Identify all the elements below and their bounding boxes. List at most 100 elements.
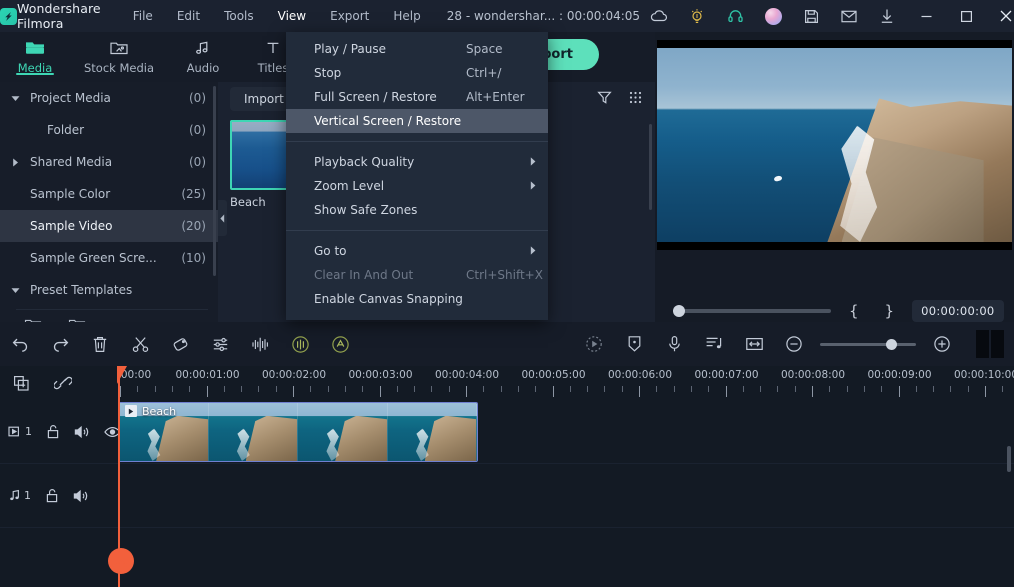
voiceover-button[interactable] xyxy=(654,322,694,366)
track-controls-audio: 1 xyxy=(0,464,118,527)
timeline-scrollbar[interactable] xyxy=(1007,446,1011,472)
zoom-in-button[interactable] xyxy=(922,322,962,366)
menu-export[interactable]: Export xyxy=(318,0,381,32)
audio-waveform-button[interactable] xyxy=(240,322,280,366)
tab-media[interactable]: Media xyxy=(0,32,70,75)
timeline-ruler[interactable]: 00:00 00:00:01:00 00:00:02:00 00:00:03:00 00… xyxy=(118,366,1014,400)
sidebar-item-sample-color[interactable]: Sample Color (25) xyxy=(0,178,218,210)
mark-out-button[interactable]: } xyxy=(885,302,895,320)
mark-in-button[interactable]: { xyxy=(849,302,859,320)
mail-icon[interactable] xyxy=(830,0,868,32)
avatar-icon[interactable] xyxy=(754,0,792,32)
playhead-handle[interactable] xyxy=(117,366,127,384)
speaker-icon[interactable] xyxy=(74,425,90,439)
sidebar-item-project-media[interactable]: Project Media (0) xyxy=(0,82,218,114)
chevron-down-icon[interactable] xyxy=(0,95,30,102)
ruler-label: 00:00:03:00 xyxy=(348,369,413,381)
zoom-out-button[interactable] xyxy=(774,322,814,366)
timeline: 00:00 00:00:01:00 00:00:02:00 00:00:03:00 00… xyxy=(0,366,1014,587)
close-button[interactable] xyxy=(986,0,1014,32)
split-button[interactable] xyxy=(120,322,160,366)
fit-timeline-button[interactable] xyxy=(734,322,774,366)
link-unlink-button[interactable] xyxy=(42,366,84,400)
menu-item-label: Zoom Level xyxy=(314,179,385,193)
maximize-button[interactable] xyxy=(946,0,986,32)
undo-button[interactable] xyxy=(0,322,40,366)
zoom-slider[interactable] xyxy=(820,338,916,350)
menu-item-label: Go to xyxy=(314,244,347,258)
green-screen-button[interactable] xyxy=(280,322,320,366)
chevron-right-icon[interactable] xyxy=(0,158,30,167)
sidebar-item-preset-templates[interactable]: Preset Templates xyxy=(0,274,218,306)
zoom-slider-knob[interactable] xyxy=(886,338,897,350)
record-playback-button[interactable] xyxy=(574,322,614,366)
crop-button[interactable] xyxy=(160,322,200,366)
menu-item-zoom-level[interactable]: Zoom Level xyxy=(286,174,548,198)
collapse-left-icon[interactable] xyxy=(218,200,227,236)
menu-separator xyxy=(286,230,548,231)
play-small-icon xyxy=(125,405,137,417)
redo-button[interactable] xyxy=(40,322,80,366)
menu-item-go-to[interactable]: Go to xyxy=(286,239,548,263)
tab-audio[interactable]: Audio xyxy=(168,32,238,75)
timeline-track-audio: 1 xyxy=(0,464,1014,528)
media-sidebar[interactable]: Project Media (0) Folder (0) Shared Medi… xyxy=(0,82,218,322)
save-icon[interactable] xyxy=(792,0,830,32)
menu-tools[interactable]: Tools xyxy=(212,0,266,32)
preview-seek-slider[interactable] xyxy=(673,305,831,317)
preview-stage[interactable] xyxy=(657,40,1012,250)
sidebar-item-sample-green-screen[interactable]: Sample Green Scre... (10) xyxy=(0,242,218,274)
menu-file[interactable]: File xyxy=(121,0,165,32)
menu-help[interactable]: Help xyxy=(381,0,432,32)
menu-item-enable-canvas-snapping[interactable]: Enable Canvas Snapping xyxy=(286,287,548,311)
unlock-icon[interactable] xyxy=(45,488,59,503)
menu-item-show-safe-zones[interactable]: Show Safe Zones xyxy=(286,198,548,222)
ruler-minor-tick xyxy=(448,386,450,392)
audio-mixer-button[interactable] xyxy=(694,322,734,366)
tab-titles-label: Titles xyxy=(257,61,289,75)
sidebar-divider xyxy=(16,309,208,310)
timeline-clip-beach[interactable]: Beach xyxy=(118,402,478,462)
add-track-button[interactable] xyxy=(0,366,42,400)
menu-item-stop[interactable]: Stop Ctrl+/ xyxy=(286,61,548,85)
auto-reframe-button[interactable] xyxy=(320,322,360,366)
speaker-icon[interactable] xyxy=(73,489,89,503)
ruler-minor-tick xyxy=(742,386,744,392)
cloud-icon[interactable] xyxy=(640,0,678,32)
menu-item-vertical-screen-restore[interactable]: Vertical Screen / Restore xyxy=(286,109,548,133)
playhead-scissor-badge[interactable] xyxy=(108,548,134,574)
menu-view[interactable]: View xyxy=(266,0,318,32)
menu-item-full-screen-restore[interactable]: Full Screen / Restore Alt+Enter xyxy=(286,85,548,109)
menu-item-label: Play / Pause xyxy=(314,42,386,56)
sidebar-item-shared-media[interactable]: Shared Media (0) xyxy=(0,146,218,178)
audio-track-number: 1 xyxy=(24,489,31,502)
media-scrollbar[interactable] xyxy=(649,124,652,210)
sidebar-item-count: (20) xyxy=(181,219,206,233)
download-icon[interactable] xyxy=(868,0,906,32)
preview-timecode[interactable]: 00:00:00:00 xyxy=(912,300,1004,322)
lightbulb-icon[interactable] xyxy=(678,0,716,32)
view-menu-dropdown[interactable]: Play / Pause Space Stop Ctrl+/ Full Screen /… xyxy=(286,32,548,320)
menu-edit[interactable]: Edit xyxy=(165,0,212,32)
menu-item-play-pause[interactable]: Play / Pause Space xyxy=(286,37,548,61)
sidebar-scrollbar[interactable] xyxy=(213,86,216,276)
color-settings-button[interactable] xyxy=(200,322,240,366)
preview-seek-knob[interactable] xyxy=(673,305,685,317)
sidebar-item-sample-video[interactable]: Sample Video (20) xyxy=(0,210,218,242)
minimize-button[interactable] xyxy=(906,0,946,32)
menu-item-playback-quality[interactable]: Playback Quality xyxy=(286,150,548,174)
filter-icon[interactable] xyxy=(597,90,612,109)
ruler-minor-tick xyxy=(569,386,571,392)
chevron-down-icon[interactable] xyxy=(0,287,30,294)
ruler-minor-tick xyxy=(915,386,917,392)
ruler-label: 00:00:04:00 xyxy=(434,369,500,381)
grid-view-icon[interactable] xyxy=(628,90,643,109)
filmora-window: Wondershare Filmora File Edit Tools View… xyxy=(0,0,1014,587)
tab-audio-label: Audio xyxy=(186,61,220,75)
sidebar-item-folder[interactable]: Folder (0) xyxy=(0,114,218,146)
tab-stock-media[interactable]: Stock Media xyxy=(70,32,168,75)
headset-support-icon[interactable] xyxy=(716,0,754,32)
marker-button[interactable] xyxy=(614,322,654,366)
unlock-icon[interactable] xyxy=(46,424,60,439)
delete-button[interactable] xyxy=(80,322,120,366)
